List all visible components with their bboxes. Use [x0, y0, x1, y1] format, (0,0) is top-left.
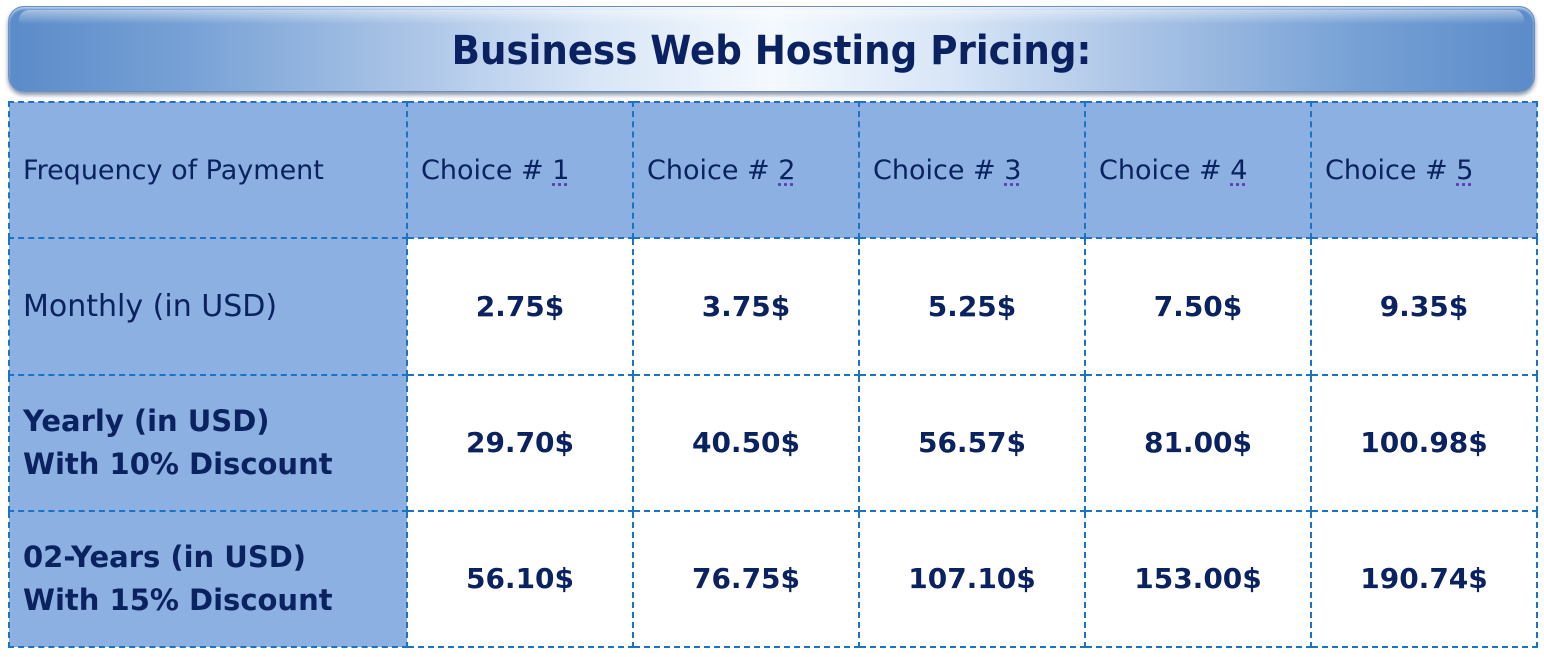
price-cell: 107.10$ [858, 509, 1086, 649]
header-frequency-of-payment: Frequency of Payment [8, 100, 408, 240]
page-title: Business Web Hosting Pricing: [451, 28, 1092, 74]
choice-number: 4 [1230, 154, 1248, 186]
price-cell: 76.75$ [632, 509, 860, 649]
price-cell: 29.70$ [406, 373, 634, 512]
choice-number: 2 [778, 154, 796, 186]
price-cell: 56.57$ [858, 373, 1086, 512]
table-row-monthly: Monthly (in USD) 2.75$ 3.75$ 5.25$ 7.50$… [8, 237, 1538, 376]
price-cell: 2.75$ [406, 237, 634, 376]
choice-number: 3 [1004, 154, 1022, 186]
price-cell: 5.25$ [858, 237, 1086, 376]
row-label-line1: Yearly (in USD) [23, 403, 270, 438]
header-choice-1: Choice # 1 [406, 100, 634, 240]
choice-label: Choice # [421, 154, 553, 186]
row-label-line2: With 15% Discount [23, 582, 333, 617]
header-choice-2: Choice # 2 [632, 100, 860, 240]
table-row-yearly: Yearly (in USD) With 10% Discount 29.70$… [8, 373, 1538, 512]
pricing-table: Frequency of Payment Choice # 1 Choice #… [8, 100, 1538, 649]
header-row: Frequency of Payment Choice # 1 Choice #… [8, 100, 1538, 240]
row-label-line2: With 10% Discount [23, 446, 333, 481]
price-cell: 7.50$ [1084, 237, 1312, 376]
choice-label: Choice # [1099, 154, 1231, 186]
header-choice-5: Choice # 5 [1310, 100, 1538, 240]
row-label-line1: 02-Years (in USD) [23, 539, 307, 574]
row-label-monthly: Monthly (in USD) [8, 237, 408, 376]
price-cell: 9.35$ [1310, 237, 1538, 376]
table-row-two-years: 02-Years (in USD) With 15% Discount 56.1… [8, 509, 1538, 649]
row-label-two-years: 02-Years (in USD) With 15% Discount [8, 509, 408, 649]
choice-label: Choice # [1325, 154, 1457, 186]
choice-number: 1 [552, 154, 570, 186]
header-choice-4: Choice # 4 [1084, 100, 1312, 240]
price-cell: 190.74$ [1310, 509, 1538, 649]
choice-label: Choice # [873, 154, 1005, 186]
price-cell: 81.00$ [1084, 373, 1312, 512]
choice-number: 5 [1456, 154, 1474, 186]
price-cell: 153.00$ [1084, 509, 1312, 649]
price-cell: 100.98$ [1310, 373, 1538, 512]
choice-label: Choice # [647, 154, 779, 186]
header-choice-3: Choice # 3 [858, 100, 1086, 240]
title-banner: Business Web Hosting Pricing: [8, 6, 1535, 92]
price-cell: 40.50$ [632, 373, 860, 512]
price-cell: 3.75$ [632, 237, 860, 376]
price-cell: 56.10$ [406, 509, 634, 649]
row-label-line1: Monthly (in USD) [23, 288, 278, 324]
row-label-yearly: Yearly (in USD) With 10% Discount [8, 373, 408, 512]
